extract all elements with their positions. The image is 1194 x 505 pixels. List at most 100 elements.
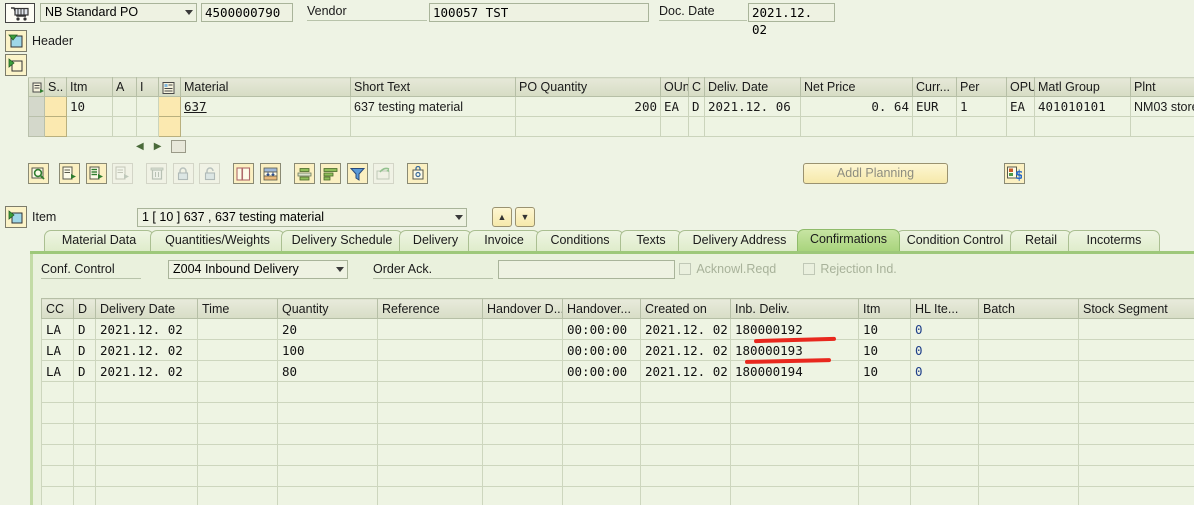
cell-empty[interactable] [640, 381, 731, 403]
pager-grid-icon[interactable] [171, 140, 187, 153]
cell-empty[interactable] [377, 402, 483, 424]
col-handover-date[interactable]: Handover D... [482, 298, 563, 319]
cell-empty[interactable] [95, 423, 198, 445]
cell-empty[interactable] [377, 465, 483, 487]
cell-empty[interactable] [730, 486, 859, 505]
cell-empty[interactable] [858, 444, 911, 466]
cell-empty[interactable] [277, 423, 378, 445]
cell-cc[interactable]: LA [41, 360, 74, 382]
cell-empty[interactable] [482, 465, 563, 487]
cell-time[interactable] [197, 360, 278, 382]
table-row-empty[interactable] [41, 402, 1194, 424]
cell-po-quantity[interactable] [515, 116, 661, 137]
cell-time[interactable] [197, 339, 278, 361]
col-d[interactable]: D [73, 298, 96, 319]
cell-empty[interactable] [482, 402, 563, 424]
addl-planning-button[interactable]: Addl Planning [803, 163, 948, 184]
cell-order-price-unit[interactable]: EA [1006, 96, 1035, 117]
cell-empty[interactable] [730, 402, 859, 424]
cell-empty[interactable] [73, 423, 96, 445]
tab-texts[interactable]: Texts [620, 230, 682, 251]
col-material[interactable]: Material [180, 77, 351, 97]
cell-empty[interactable] [1078, 444, 1194, 466]
cell-empty[interactable] [41, 465, 74, 487]
cell-inb-deliv[interactable]: 180000193 [730, 339, 859, 361]
confirmations-table[interactable]: CC D Delivery Date Time Quantity Referen… [41, 298, 1194, 505]
cell-cc[interactable]: LA [41, 318, 74, 340]
cell-empty[interactable] [978, 486, 1079, 505]
sort-descending-icon[interactable] [320, 163, 342, 184]
tab-delivery-schedule[interactable]: Delivery Schedule [281, 230, 403, 251]
tab-retail[interactable]: Retail [1010, 230, 1072, 251]
cell-empty[interactable] [562, 444, 641, 466]
col-order-price-unit[interactable]: OPU [1006, 77, 1035, 97]
cell-acct-assignment[interactable] [112, 96, 137, 117]
item-detail-toggle-button[interactable] [5, 206, 27, 228]
cell-time[interactable] [197, 318, 278, 340]
item-next-button[interactable]: ▼ [515, 207, 535, 227]
col-created-on[interactable]: Created on [640, 298, 731, 319]
cell-hl-item[interactable]: 0 [910, 360, 979, 382]
rejection-ind-checkbox[interactable]: Rejection Ind. [803, 262, 897, 276]
cell-batch[interactable] [978, 360, 1079, 382]
cell-empty[interactable] [277, 444, 378, 466]
cell-empty[interactable] [640, 486, 731, 505]
col-cc[interactable]: CC [41, 298, 74, 319]
cell-empty[interactable] [73, 381, 96, 403]
table-row[interactable] [28, 116, 1194, 137]
cell-hl-item[interactable]: 0 [910, 318, 979, 340]
cell-empty[interactable] [482, 381, 563, 403]
table-row[interactable]: LA D 2021.12. 02 20 00:00:00 2021.12. 02 18000… [41, 318, 1194, 340]
delete-row-icon[interactable] [146, 163, 168, 184]
cell-empty[interactable] [1078, 486, 1194, 505]
cell-category[interactable] [688, 116, 705, 137]
cell-itm[interactable]: 10 [858, 318, 911, 340]
cell-empty[interactable] [562, 381, 641, 403]
col-net-price[interactable]: Net Price [800, 77, 913, 97]
cell-matl-group[interactable]: 401010101 [1034, 96, 1131, 117]
cell-empty[interactable] [730, 381, 859, 403]
cell-delivery-date[interactable]: 2021.12. 02 [95, 318, 198, 340]
cell-reference[interactable] [377, 360, 483, 382]
cell-batch[interactable] [978, 339, 1079, 361]
cell-empty[interactable] [377, 486, 483, 505]
col-currency[interactable]: Curr... [912, 77, 957, 97]
cell-empty[interactable] [910, 486, 979, 505]
col-deliv-date[interactable]: Deliv. Date [704, 77, 801, 97]
cell-empty[interactable] [910, 423, 979, 445]
detail-magnifier-icon[interactable] [28, 163, 49, 184]
row-selector[interactable] [28, 116, 45, 137]
cell-empty[interactable] [910, 381, 979, 403]
cell-empty[interactable] [482, 444, 563, 466]
tab-incoterms[interactable]: Incoterms [1068, 230, 1160, 251]
cell-acct-assignment[interactable] [112, 116, 137, 137]
grid-pager[interactable]: ◀ ▶ [136, 140, 187, 153]
col-reference[interactable]: Reference [377, 298, 483, 319]
cell-empty[interactable] [858, 486, 911, 505]
cell-matl-group[interactable] [1034, 116, 1131, 137]
cell-empty[interactable] [1078, 465, 1194, 487]
cell-empty[interactable] [95, 465, 198, 487]
cell-handover-date[interactable] [482, 360, 563, 382]
cell-empty[interactable] [95, 402, 198, 424]
shopping-cart-icon[interactable] [5, 3, 35, 23]
cell-empty[interactable] [730, 465, 859, 487]
cell-empty[interactable] [377, 381, 483, 403]
col-plant[interactable]: Plnt [1130, 77, 1194, 97]
copy-icon[interactable] [233, 163, 255, 184]
cell-empty[interactable] [910, 465, 979, 487]
table-row[interactable]: 10 637 637 testing material 200 EA D 202… [28, 96, 1194, 117]
cell-delivery-date[interactable]: 2021.12. 02 [95, 360, 198, 382]
tab-delivery[interactable]: Delivery [399, 230, 472, 251]
col-matl-group[interactable]: Matl Group [1034, 77, 1131, 97]
cell-reference[interactable] [377, 318, 483, 340]
vendor-input[interactable]: 100057 TST [429, 3, 649, 22]
cell-empty[interactable] [562, 486, 641, 505]
cell-stock-segment[interactable] [1078, 318, 1194, 340]
account-assignment-icon[interactable]: $ [1004, 163, 1025, 184]
cell-empty[interactable] [41, 402, 74, 424]
cell-itm[interactable]: 10 [858, 339, 911, 361]
col-quantity[interactable]: Quantity [277, 298, 378, 319]
cell-delivery-date[interactable]: 2021.12. 02 [95, 339, 198, 361]
cell-per[interactable]: 1 [956, 96, 1007, 117]
